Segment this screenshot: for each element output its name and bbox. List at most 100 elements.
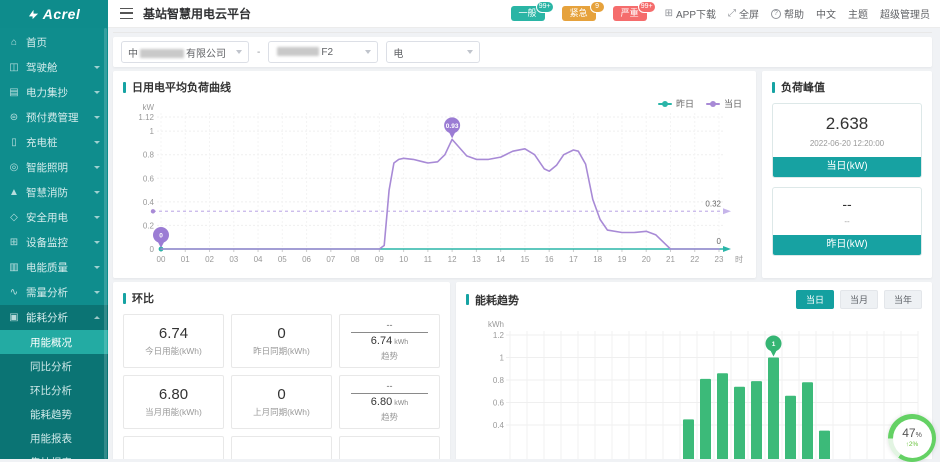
sidebar-item-用能概况[interactable]: 用能概况 [0,330,108,354]
peak-time: 2022-06-20 12:20:00 [773,139,921,148]
trend-bar [768,358,779,460]
card-value: 6.80 [159,386,188,403]
svg-text:时: 时 [735,254,743,264]
header-bar: 基站智慧用电云平台 一般99+紧急9严重99+ ⊞APP下载⤢全屏?帮助中文主题… [108,0,940,28]
sidebar-item-能耗分析[interactable]: ▣能耗分析 [0,305,108,330]
trend-btn-当年[interactable]: 当年 [884,290,922,309]
svg-text:0.4: 0.4 [143,198,155,207]
sidebar-item-同比分析[interactable]: 同比分析 [0,354,108,378]
help-icon: ? [771,9,781,19]
header-link-APP下载[interactable]: ⊞APP下载 [665,6,716,21]
svg-text:02: 02 [205,255,214,264]
alarm-pill-一般[interactable]: 一般99+ [511,6,545,21]
sidebar-item-电能质量[interactable]: ▥电能质量 [0,255,108,280]
header-link-label: APP下载 [676,6,716,21]
sidebar-item-用能报表[interactable]: 用能报表 [0,426,108,450]
sidebar-item-电力集抄[interactable]: ▤电力集抄 [0,80,108,105]
svg-text:17: 17 [569,255,578,264]
chevron-up-icon [94,316,100,319]
main-area: 首页 仪表管理 实时监控 智能微断监控 路灯看板 报警信息 报警派发 电参量报表 电力数据 派单管… [108,28,940,459]
peak-footer-label: 当日(kW) [773,157,921,177]
tab-路灯看板[interactable]: 路灯看板 [368,32,427,33]
progress-inner: 47% ↑2% [893,419,932,458]
tab-实时监控[interactable]: 实时监控 [222,32,281,33]
fullscreen-icon: ⤢ [728,8,736,19]
card-label: 上月同期(kWh) [253,406,310,418]
sidebar-item-环比分析[interactable]: 环比分析 [0,378,108,402]
svg-text:01: 01 [181,255,190,264]
tab-报警派发[interactable]: 报警派发 [496,32,555,33]
app-body: ⌂首页◫驾驶舱▤电力集抄⊜预付费管理▯充电桩◎智能照明▲智慧消防◇安全用电⊞设备… [0,28,940,459]
chevron-down-icon [94,241,100,244]
ratio-unit: kWh [394,339,408,346]
legend-item-昨日[interactable]: 昨日 [658,97,694,110]
svg-text:10: 10 [399,255,408,264]
svg-text:07: 07 [326,255,335,264]
header-link-主题[interactable]: 主题 [848,6,868,21]
header-link-帮助[interactable]: ?帮助 [771,6,804,21]
hamburger-menu-icon[interactable] [120,8,133,19]
sidebar-item-智慧消防[interactable]: ▲智慧消防 [0,180,108,205]
trend-btn-当日[interactable]: 当日 [796,290,834,309]
energy-analysis-icon: ▣ [8,312,20,323]
header-link-全屏[interactable]: ⤢全屏 [728,6,759,21]
sidebar-item-充电桩[interactable]: ▯充电桩 [0,130,108,155]
legend-mark-icon [706,103,720,105]
tab-配电图[interactable]: 配电图 [761,32,811,33]
trend-header: 能耗趋势 当日当月当年 [466,290,922,309]
sidebar-item-能耗趋势[interactable]: 能耗趋势 [0,402,108,426]
legend-label: 昨日 [676,97,694,110]
huanbi-title: 环比 [123,290,440,306]
tab-派单管理[interactable]: 派单管理 [697,32,756,33]
tab-用能概况[interactable]: 用能概况 [880,32,932,33]
svg-text:08: 08 [351,255,360,264]
huanbi-card-0: 6.74今日用能(kWh) [123,314,224,368]
sidebar-item-智能照明[interactable]: ◎智能照明 [0,155,108,180]
chevron-down-icon [94,191,100,194]
sidebar-item-预付费管理[interactable]: ⊜预付费管理 [0,105,108,130]
acrel-logo: Acrel [0,0,108,28]
trend-btn-当月[interactable]: 当月 [840,290,878,309]
alarm-pill-紧急[interactable]: 紧急9 [562,6,596,21]
header-link-中文[interactable]: 中文 [816,6,836,21]
tab-电参量报表[interactable]: 电参量报表 [560,32,628,33]
tab-报警信息[interactable]: 报警信息 [432,32,491,33]
sidebar-item-首页[interactable]: ⌂首页 [0,30,108,55]
bottom-row: 环比 6.74今日用能(kWh)0昨日同期(kWh)--6.74kWh趋势6.8… [113,282,932,459]
tab-电力数据[interactable]: 电力数据 [633,32,692,33]
sidebar-item-集抄报表[interactable]: 集抄报表 [0,450,108,459]
chevron-down-icon [542,32,548,33]
chevron-down-icon [204,32,210,33]
svg-text:0.8: 0.8 [493,376,505,385]
huanbi-card-7 [231,436,332,459]
trend-bar [802,382,813,459]
progress-widget[interactable]: 47% ↑2% [888,414,936,462]
sidebar: ⌂首页◫驾驶舱▤电力集抄⊜预付费管理▯充电桩◎智能照明▲智慧消防◇安全用电⊞设备… [0,28,108,459]
sidebar-item-需量分析[interactable]: ∿需量分析 [0,280,108,305]
filter-separator: - [257,47,260,58]
huanbi-grid: 6.74今日用能(kWh)0昨日同期(kWh)--6.74kWh趋势6.80当月… [123,314,440,459]
tab-用能报表[interactable]: 用能报表 [816,32,875,33]
sidebar-item-设备监控[interactable]: ⊞设备监控 [0,230,108,255]
huanbi-panel: 环比 6.74今日用能(kWh)0昨日同期(kWh)--6.74kWh趋势6.8… [113,282,450,459]
company-select[interactable]: 中有限公司 [121,41,249,63]
fire-safety-icon: ▲ [8,187,20,198]
header-link-超级管理员[interactable]: 超级管理员 [880,6,930,21]
alarm-pill-严重[interactable]: 严重99+ [613,6,647,21]
station-select[interactable]: F2 [268,41,378,63]
sidebar-item-驾驶舱[interactable]: ◫驾驶舱 [0,55,108,80]
energy-type-select[interactable]: 电 [386,41,480,63]
huanbi-card-6 [123,436,224,459]
trend-bar-chart: 0.40.60.811.2kWh1 [466,315,922,459]
legend-item-当日[interactable]: 当日 [706,97,742,110]
svg-text:0.2: 0.2 [143,221,155,230]
trend-peak-marker: 1 [766,336,782,357]
tab-仪表管理[interactable]: 仪表管理 [158,32,217,33]
card-label: 今日用能(kWh) [145,345,202,357]
tab-智能微断监控[interactable]: 智能微断监控 [286,32,363,33]
svg-text:1: 1 [150,127,155,136]
peak-card-0: 2.6382022-06-20 12:20:00当日(kW) [772,103,922,178]
redacted-text [277,47,319,56]
sidebar-item-安全用电[interactable]: ◇安全用电 [0,205,108,230]
tab-首页[interactable]: 首页 [121,32,153,33]
